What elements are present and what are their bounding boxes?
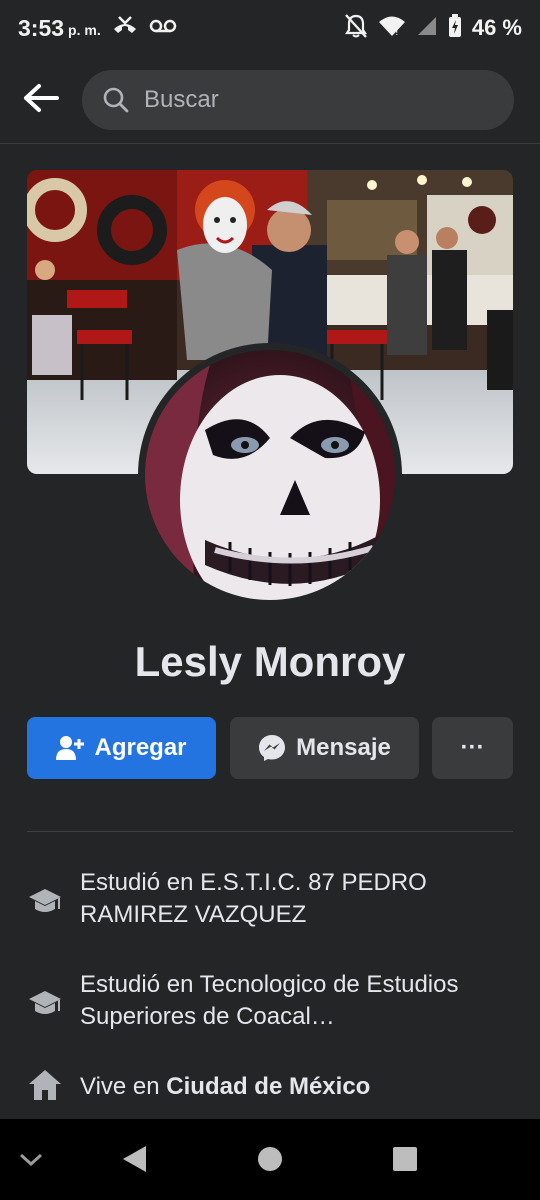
back-triangle-icon <box>123 1146 146 1172</box>
status-time: 3:53 <box>18 14 65 41</box>
info-text-education-1: Estudió en E.S.T.I.C. 87 PEDRO RAMIREZ V… <box>80 869 427 928</box>
voicemail-icon <box>149 18 177 39</box>
nav-home-button[interactable] <box>250 1139 290 1179</box>
battery-percent: 46 % <box>471 15 522 40</box>
back-button[interactable] <box>18 76 62 120</box>
graduation-cap-icon <box>29 889 61 912</box>
messenger-icon <box>259 735 286 761</box>
missed-call-icon <box>111 15 139 42</box>
search-icon <box>103 87 129 113</box>
search-bar[interactable] <box>82 70 514 130</box>
wifi-icon: ! <box>378 15 406 42</box>
info-item-education-2[interactable]: Estudió en Tecnologico de Estudios Super… <box>27 969 513 1033</box>
message-button[interactable]: Mensaje <box>230 717 419 779</box>
svg-text:!: ! <box>395 28 399 37</box>
info-item-location[interactable]: Vive en Ciudad de México <box>27 1055 513 1103</box>
search-header <box>0 56 540 144</box>
arrow-left-icon <box>24 84 59 112</box>
add-friend-icon <box>56 736 85 760</box>
info-item-education-1[interactable]: Estudió en E.S.T.I.C. 87 PEDRO RAMIREZ V… <box>27 867 513 931</box>
home-circle-icon <box>258 1147 282 1171</box>
recents-square-icon <box>393 1147 417 1171</box>
add-friend-label: Agregar <box>94 734 187 761</box>
notifications-off-icon <box>344 13 368 44</box>
profile-photo[interactable] <box>138 343 402 607</box>
nav-back-button[interactable] <box>114 1139 154 1179</box>
battery-icon <box>448 13 462 43</box>
more-options-icon: ··· <box>460 734 485 761</box>
status-bar: 3:53 p. m. ! 46 % <box>0 0 540 56</box>
info-text-location: Vive en Ciudad de México <box>80 1071 500 1103</box>
graduation-cap-icon <box>29 991 61 1014</box>
profile-name: Lesly Monroy <box>134 638 406 685</box>
signal-icon <box>416 15 438 42</box>
divider <box>27 831 513 832</box>
location-place[interactable]: Ciudad de México <box>166 1073 370 1100</box>
more-options-button[interactable]: ··· <box>432 717 513 779</box>
search-input[interactable] <box>142 85 486 115</box>
info-text-education-2: Estudió en Tecnologico de Estudios Super… <box>80 971 459 1030</box>
chevron-down-icon <box>19 1153 43 1167</box>
home-icon <box>29 1070 61 1100</box>
add-friend-button[interactable]: Agregar <box>27 717 216 779</box>
message-label: Mensaje <box>296 734 391 761</box>
nav-collapse-button[interactable] <box>12 1141 50 1179</box>
location-prefix: Vive en <box>80 1073 167 1100</box>
nav-recents-button[interactable] <box>385 1139 425 1179</box>
system-nav-bar <box>0 1119 540 1200</box>
status-ampm: p. m. <box>68 22 101 38</box>
